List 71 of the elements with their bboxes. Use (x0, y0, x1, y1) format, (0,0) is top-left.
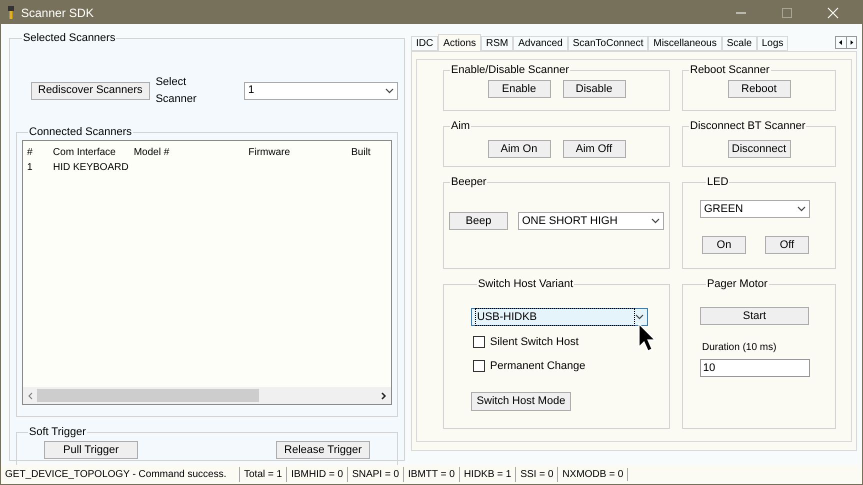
tab[interactable]: Actions (438, 34, 482, 51)
group-title: Pager Motor (706, 279, 769, 290)
column-header[interactable]: Com Interface (52, 144, 134, 160)
table-cell-text: HID KEYBOARD (53, 161, 130, 175)
duration-label: Duration (10 ms) (702, 341, 778, 355)
aim-on-button[interactable]: Aim On (488, 140, 550, 158)
tab[interactable]: Logs (756, 36, 788, 51)
column-header[interactable]: # (27, 144, 53, 160)
column-header[interactable]: Built (351, 144, 391, 160)
led-off-button[interactable]: Off (765, 236, 809, 254)
group-title: Switch Host Variant (477, 279, 574, 290)
status-count: IBMHID = 0 (286, 467, 348, 482)
release-trigger-button[interactable]: Release Trigger (276, 441, 370, 459)
status-count: SNAPI = 0 (347, 467, 404, 482)
column-header[interactable]: Model # (134, 144, 248, 160)
tab[interactable]: IDC (411, 36, 438, 51)
select-label: Select Scanner (156, 75, 198, 106)
window-title: Scanner SDK (21, 4, 94, 22)
chevron-down-icon (635, 314, 644, 320)
beep-button[interactable]: Beep (449, 212, 508, 230)
column-header[interactable]: Firmware (248, 144, 352, 160)
led-on-button[interactable]: On (702, 236, 746, 254)
tab[interactable]: ScanToConnect (568, 36, 648, 51)
rediscover-button[interactable]: Rediscover Scanners (31, 82, 150, 100)
group-title: Connected Scanners (28, 127, 133, 138)
table-cell-text: 1 (27, 161, 34, 175)
disable-button[interactable]: Disable (562, 80, 626, 98)
status-message: GET_DEVICE_TOPOLOGY - Command success. (5, 468, 228, 482)
checkbox-label: Silent Switch Host (490, 335, 579, 350)
horizontal-scrollbar[interactable] (23, 387, 391, 404)
checkbox[interactable] (473, 360, 485, 372)
group-title: LED (706, 177, 730, 188)
pull-trigger-button[interactable]: Pull Trigger (44, 441, 138, 459)
group-title: Aim (450, 121, 471, 132)
group-title: Soft Trigger (28, 427, 87, 438)
status-count: SSI = 0 (515, 467, 558, 482)
dropdown[interactable]: 1 (244, 82, 398, 100)
group-title: Beeper (450, 177, 488, 188)
status-count: NXMODB = 0 (557, 467, 628, 482)
disconnect-button[interactable]: Disconnect (728, 140, 790, 158)
mouse-cursor-icon (638, 323, 658, 353)
start-button[interactable]: Start (700, 307, 809, 325)
group-title: Disconnect BT Scanner (689, 121, 806, 132)
duration-field[interactable]: 10 (700, 359, 810, 377)
scrollbar-thumb[interactable] (37, 389, 259, 402)
tab[interactable]: RSM (481, 36, 514, 51)
scroll-left-icon[interactable] (27, 392, 33, 400)
dropdown[interactable]: USB-HIDKB (471, 308, 648, 326)
chevron-down-icon (651, 218, 660, 224)
status-count: Total = 1 (239, 467, 286, 482)
status-count: IBMTT = 0 (403, 467, 459, 482)
group-title: Selected Scanners (22, 33, 116, 44)
dropdown[interactable]: ONE SHORT HIGH (518, 212, 664, 230)
tab[interactable]: Advanced (513, 36, 568, 51)
tab[interactable]: Scale (722, 36, 757, 51)
group-title: Enable/Disable Scanner (450, 65, 570, 76)
switch-host-mode-button[interactable]: Switch Host Mode (471, 392, 571, 411)
chevron-down-icon (385, 88, 394, 94)
checkbox-label: Permanent Change (490, 358, 586, 374)
status-count: HIDKB = 1 (458, 467, 516, 482)
scroll-right-icon[interactable] (381, 392, 387, 400)
checkbox[interactable] (473, 336, 485, 348)
group-title: Reboot Scanner (689, 65, 770, 76)
dropdown[interactable]: GREEN (700, 200, 810, 218)
scanner-icon (7, 6, 15, 20)
tab-scroll-right-icon[interactable] (846, 37, 856, 48)
chevron-down-icon (797, 206, 806, 212)
reboot-button[interactable]: Reboot (728, 80, 790, 98)
aim-off-button[interactable]: Aim Off (562, 140, 626, 158)
enable-button[interactable]: Enable (488, 80, 550, 98)
tab[interactable]: Miscellaneous (648, 36, 722, 51)
